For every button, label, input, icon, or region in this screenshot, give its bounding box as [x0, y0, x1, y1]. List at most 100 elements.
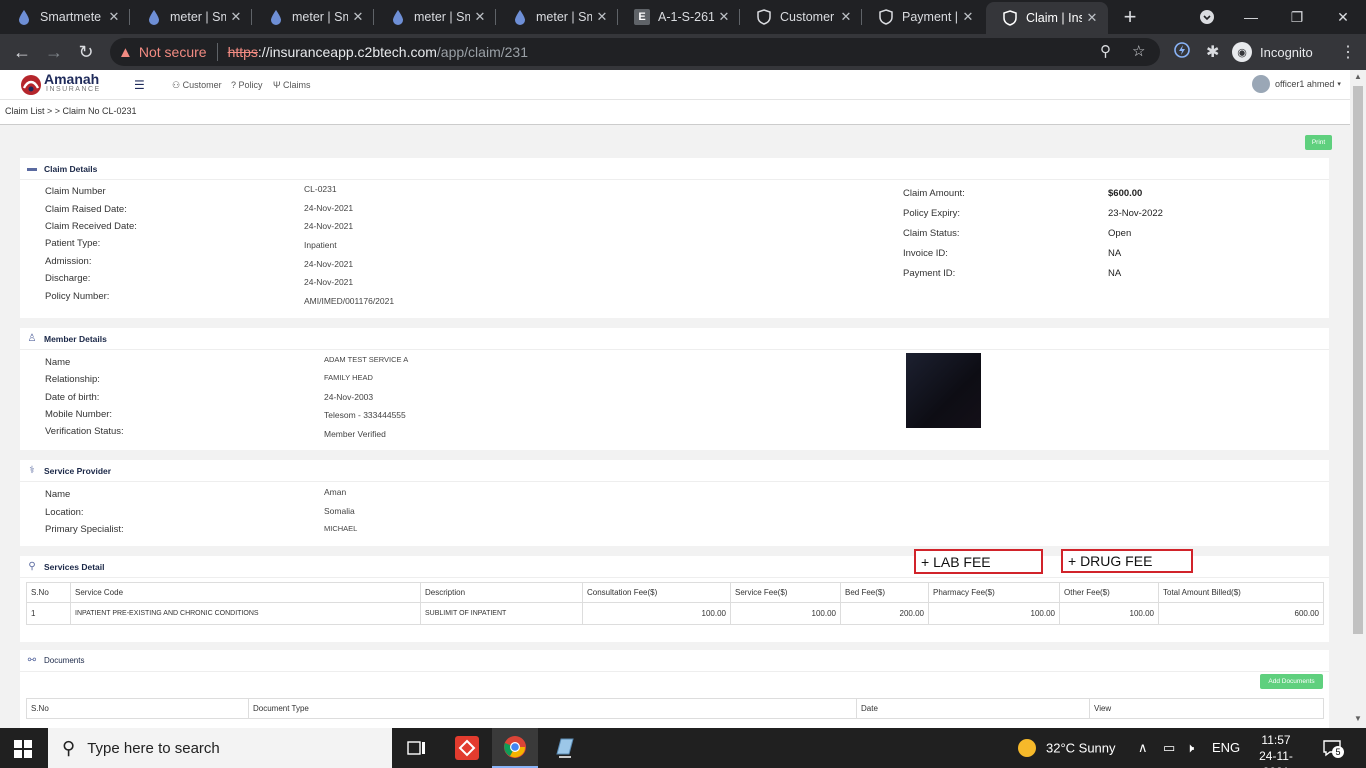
- droplet-icon: [512, 9, 528, 25]
- panel-title: Services Detail: [44, 561, 105, 572]
- verification-status: Member Verified: [324, 429, 386, 439]
- documents-table: S.No Document Type Date View: [26, 698, 1324, 719]
- browser-tab[interactable]: meter | Sm ✕: [374, 0, 496, 34]
- breadcrumb[interactable]: Claim List > > Claim No CL-0231: [5, 106, 137, 116]
- help-icon: ?: [231, 80, 237, 90]
- nav-claims[interactable]: Ψ Claims: [273, 80, 311, 90]
- e-icon: E: [634, 9, 650, 25]
- policy-number: AMI/IMED/001176/2021: [304, 296, 395, 306]
- close-tab-icon[interactable]: ✕: [958, 9, 978, 25]
- shield-icon: [1002, 10, 1018, 26]
- new-tab-button[interactable]: +: [1118, 4, 1142, 30]
- services-table: S.No Service Code Description Consultati…: [26, 582, 1324, 625]
- panel-title: Member Details: [44, 333, 107, 344]
- task-view-icon[interactable]: [394, 728, 440, 768]
- not-secure-label[interactable]: Not secure: [139, 44, 207, 60]
- scroll-down-icon[interactable]: ▼: [1350, 714, 1366, 723]
- network-icon[interactable]: ▭: [1163, 740, 1175, 756]
- browser-tab[interactable]: meter | Sm ✕: [130, 0, 252, 34]
- paperclip-icon: ⚯: [27, 655, 37, 666]
- close-tab-icon[interactable]: ✕: [104, 9, 124, 25]
- close-tab-icon[interactable]: ✕: [592, 9, 612, 25]
- browser-tab[interactable]: Smartmete ✕: [0, 0, 130, 34]
- member-name: ADAM TEST SERVICE A: [324, 355, 409, 364]
- amanah-logo[interactable]: Amanah INSURANCE: [20, 72, 120, 98]
- close-tab-icon[interactable]: ✕: [226, 9, 246, 25]
- menu-toggle-icon[interactable]: ☰: [134, 78, 145, 92]
- member-photo: [906, 353, 981, 428]
- lab-fee-annotation: + LAB FEE: [914, 549, 1043, 574]
- language-indicator[interactable]: ENG: [1212, 740, 1240, 755]
- droplet-icon: [390, 9, 406, 25]
- address-bar[interactable]: ▲ Not secure https ://insuranceapp.c2bte…: [110, 38, 1160, 66]
- claims-icon: Ψ: [273, 80, 281, 90]
- url-path: /app/claim/231: [436, 44, 528, 60]
- taskbar-search-input[interactable]: ⚲ Type here to search: [48, 728, 392, 768]
- browser-tab[interactable]: meter | Sm ✕: [496, 0, 618, 34]
- table-row: 1 INPATIENT PRE-EXISTING AND CHRONIC CON…: [26, 602, 1324, 625]
- scroll-up-icon[interactable]: ▲: [1350, 72, 1366, 81]
- close-tab-icon[interactable]: ✕: [714, 9, 734, 25]
- maximize-button[interactable]: ❐: [1274, 0, 1320, 34]
- close-tab-icon[interactable]: ✕: [470, 9, 490, 25]
- incognito-indicator[interactable]: ◉ Incognito: [1232, 40, 1313, 64]
- user-menu[interactable]: officer1 ahmed ▾: [1252, 75, 1341, 93]
- close-tab-icon[interactable]: ✕: [836, 9, 856, 25]
- panel-title: Claim Details: [44, 163, 98, 174]
- forward-icon[interactable]: →: [42, 40, 66, 64]
- shield-icon: [878, 9, 894, 25]
- close-tab-icon[interactable]: ✕: [1082, 10, 1102, 26]
- add-documents-button[interactable]: Add Documents: [1260, 674, 1323, 689]
- app-header: Amanah INSURANCE ☰ ⚇ Customer ? Policy Ψ…: [0, 70, 1350, 100]
- droplet-icon: [268, 9, 284, 25]
- claim-card-icon: ▬: [27, 163, 37, 174]
- incognito-icon: ◉: [1232, 42, 1252, 62]
- windows-start-icon[interactable]: [14, 740, 32, 758]
- browser-tab-active[interactable]: Claim | Insu ✕: [986, 2, 1108, 34]
- browser-menu-icon[interactable]: ⋮: [1340, 42, 1356, 62]
- page-scrollbar[interactable]: ▲ ▼: [1350, 70, 1366, 728]
- back-icon[interactable]: ←: [10, 40, 34, 64]
- scrollbar-thumb[interactable]: [1353, 86, 1363, 634]
- url-scheme: https: [227, 44, 258, 60]
- app-viewport: Amanah INSURANCE ☰ ⚇ Customer ? Policy Ψ…: [0, 70, 1350, 728]
- print-button[interactable]: Print: [1305, 135, 1332, 150]
- caret-down-icon: ▾: [1337, 81, 1341, 88]
- windows-taskbar: ⚲ Type here to search 32°C Sunny ∧ ▭ 🕨 E…: [0, 728, 1366, 768]
- stethoscope-icon: ⚲: [28, 561, 36, 572]
- service-provider-panel: ⚕ Service Provider Name Aman Location: S…: [20, 460, 1329, 546]
- droplet-icon: [146, 9, 162, 25]
- zoom-search-icon[interactable]: ⚲: [1100, 42, 1111, 60]
- chrome-taskbar-icon[interactable]: [492, 728, 538, 768]
- extension-shield-icon[interactable]: [1174, 42, 1190, 63]
- notebook-app-icon[interactable]: [542, 728, 588, 768]
- browser-tab[interactable]: Payment | I ✕: [862, 0, 984, 34]
- search-icon: ⚲: [62, 737, 76, 758]
- browser-tab-bar: Smartmete ✕ meter | Sm ✕ meter | Sm ✕ me…: [0, 0, 1366, 34]
- clock[interactable]: 11:57 24-11-2021: [1246, 732, 1306, 768]
- claim-amount: $600.00: [1108, 188, 1143, 199]
- minimize-button[interactable]: —: [1228, 0, 1274, 34]
- extensions-puzzle-icon[interactable]: ✱: [1206, 42, 1219, 62]
- notification-count-badge: 5: [1332, 746, 1344, 758]
- volume-icon[interactable]: 🕨: [1186, 740, 1194, 756]
- browser-tab[interactable]: meter | Sm ✕: [252, 0, 374, 34]
- tab-search-icon[interactable]: [1184, 0, 1230, 34]
- nav-policy[interactable]: ? Policy: [231, 80, 263, 90]
- reload-icon[interactable]: ↻: [74, 40, 98, 64]
- tray-chevron-icon[interactable]: ∧: [1138, 740, 1148, 756]
- breadcrumb-bar: Claim List > > Claim No CL-0231: [0, 100, 1350, 125]
- notifications-icon[interactable]: 5: [1322, 738, 1344, 758]
- weather-widget[interactable]: 32°C Sunny: [1018, 739, 1116, 757]
- nav-customer[interactable]: ⚇ Customer: [172, 80, 222, 91]
- close-tab-icon[interactable]: ✕: [348, 9, 368, 25]
- close-window-button[interactable]: ✕: [1320, 0, 1366, 34]
- bookmark-star-icon[interactable]: ☆: [1132, 42, 1145, 60]
- member-details-panel: ♙ Member Details Name ADAM TEST SERVICE …: [20, 328, 1329, 450]
- provider-name: Aman: [324, 487, 347, 497]
- browser-tab[interactable]: E A-1-S-261( ✕: [618, 0, 740, 34]
- browser-tab[interactable]: Customer | ✕: [740, 0, 862, 34]
- status-badge: Open: [1108, 228, 1132, 239]
- sun-icon: [1018, 739, 1036, 757]
- anydesk-icon[interactable]: [444, 728, 490, 768]
